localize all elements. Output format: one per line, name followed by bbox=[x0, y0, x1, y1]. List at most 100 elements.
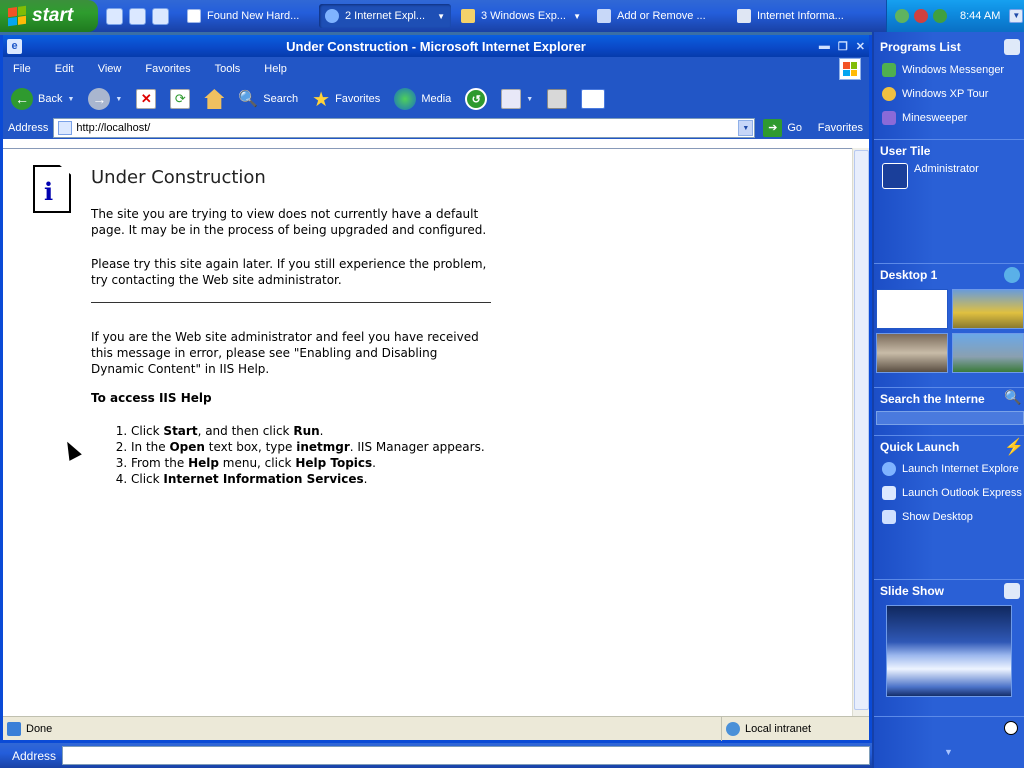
thumbnail-moon[interactable] bbox=[876, 333, 948, 373]
task-internet-explorer[interactable]: 2 Internet Expl... ▼ bbox=[319, 4, 451, 28]
chevron-down-icon[interactable]: ▼ bbox=[526, 96, 533, 103]
clock[interactable]: 8:44 AM bbox=[960, 10, 1000, 22]
quick-launch-ie[interactable]: Launch Internet Explore bbox=[874, 457, 1024, 481]
program-windows-messenger[interactable]: Windows Messenger bbox=[874, 58, 1024, 82]
slide-show-section: Slide Show bbox=[874, 579, 1024, 697]
standard-toolbar: ← Back ▼ → ▼ ✕ ⟳ 🔍 Search ★ Favorites Me… bbox=[3, 81, 869, 117]
back-button[interactable]: ← Back ▼ bbox=[11, 88, 74, 110]
menu-edit[interactable]: Edit bbox=[43, 63, 86, 75]
address-input[interactable]: http://localhost/ ▼ bbox=[53, 118, 756, 138]
home-button[interactable] bbox=[204, 89, 225, 109]
slide-show-image[interactable] bbox=[886, 605, 1012, 697]
outlook-icon bbox=[882, 486, 896, 500]
go-button[interactable]: ➔ Go bbox=[763, 119, 802, 137]
favorites-link[interactable]: Favorites bbox=[818, 122, 863, 134]
search-section: Search the Interne 🔍 bbox=[874, 387, 1024, 427]
chevron-down-icon[interactable]: ▼ bbox=[738, 120, 754, 136]
menu-file[interactable]: File bbox=[3, 63, 43, 75]
title-bar[interactable]: e Under Construction - Microsoft Interne… bbox=[3, 35, 869, 57]
camera-icon[interactable] bbox=[1004, 583, 1020, 599]
task-windows-explorer[interactable]: 3 Windows Exp... ▼ bbox=[455, 4, 587, 28]
quick-launch-label: Show Desktop bbox=[902, 511, 973, 523]
messenger-icon bbox=[882, 63, 896, 77]
maximize-icon[interactable]: ❐ bbox=[838, 40, 848, 53]
thumbnail-flowers[interactable] bbox=[952, 289, 1024, 329]
messenger-icon[interactable] bbox=[933, 9, 947, 23]
start-button[interactable]: start bbox=[0, 0, 98, 32]
user-name: Administrator bbox=[914, 163, 979, 175]
chevron-down-icon[interactable]: ▼ bbox=[944, 747, 953, 757]
menu-favorites[interactable]: Favorites bbox=[133, 63, 202, 75]
forward-button[interactable]: → ▼ bbox=[88, 88, 122, 110]
quick-launch-show-desktop[interactable]: Show Desktop bbox=[874, 505, 1024, 529]
desktop-title: Desktop 1 bbox=[880, 267, 938, 282]
page-icon bbox=[58, 121, 73, 135]
menu-view[interactable]: View bbox=[86, 63, 134, 75]
chevron-down-icon: ▼ bbox=[573, 11, 581, 21]
security-zone[interactable]: Local intranet bbox=[721, 716, 812, 741]
sidebar-search-input[interactable] bbox=[876, 411, 1024, 425]
programs-title: Programs List bbox=[880, 40, 961, 54]
media-button[interactable]: Media bbox=[394, 88, 451, 110]
task-internet-information[interactable]: Internet Informa... bbox=[731, 4, 867, 28]
print-button[interactable] bbox=[547, 89, 568, 109]
butterfly-avatar-icon bbox=[882, 163, 908, 189]
search-icon[interactable]: 🔍 bbox=[1004, 389, 1021, 405]
minimize-icon[interactable]: ▬ bbox=[819, 40, 830, 53]
programs-list-section: Programs List Windows Messenger Windows … bbox=[874, 36, 1024, 130]
history-button[interactable]: ↺ bbox=[465, 88, 488, 110]
task-add-remove[interactable]: Add or Remove ... bbox=[591, 4, 727, 28]
vertical-scrollbar[interactable] bbox=[852, 148, 869, 716]
favorites-label: Favorites bbox=[335, 93, 381, 105]
thumbnail-stonehenge[interactable] bbox=[952, 333, 1024, 373]
network-icon[interactable] bbox=[895, 9, 909, 23]
favorites-button[interactable]: ★ Favorites bbox=[312, 87, 380, 112]
program-minesweeper[interactable]: Minesweeper bbox=[874, 106, 1024, 130]
user-tile[interactable]: Administrator bbox=[874, 161, 1024, 191]
deskbar-address-input[interactable] bbox=[62, 746, 870, 765]
close-icon[interactable]: ✕ bbox=[856, 40, 865, 53]
help-steps: Click Start, and then click Run. In the … bbox=[91, 423, 491, 487]
refresh-button[interactable]: ⟳ bbox=[170, 89, 191, 109]
program-label: Windows Messenger bbox=[902, 64, 1005, 76]
chevron-down-icon[interactable]: ▼ bbox=[67, 96, 74, 103]
lightning-icon[interactable]: ⚡ bbox=[1004, 437, 1024, 456]
stop-icon: ✕ bbox=[136, 89, 157, 109]
thumbnail-ie[interactable] bbox=[876, 289, 948, 329]
edit-button[interactable] bbox=[581, 89, 606, 109]
quick-launch-outlook[interactable]: Launch Outlook Express bbox=[874, 481, 1024, 505]
desktop-address-toolbar: Address bbox=[0, 743, 872, 768]
desktop-quicklaunch-icon[interactable] bbox=[152, 7, 169, 25]
task-label: 3 Windows Exp... bbox=[481, 10, 566, 22]
scrollbar-thumb[interactable] bbox=[854, 150, 869, 710]
ie-quicklaunch-icon[interactable] bbox=[106, 7, 123, 25]
history-icon: ↺ bbox=[465, 88, 488, 110]
chevron-down-icon[interactable]: ▼ bbox=[1009, 9, 1024, 23]
task-label: Found New Hard... bbox=[207, 10, 300, 22]
ie-page-icon[interactable]: e bbox=[7, 38, 22, 54]
programs-icon[interactable] bbox=[1004, 39, 1020, 55]
list-item: Click Internet Information Services. bbox=[131, 471, 491, 487]
outlook-quicklaunch-icon[interactable] bbox=[129, 7, 146, 25]
taskbar: start Found New Hard... 2 Internet Expl.… bbox=[0, 0, 1024, 32]
status-bar: Done Local intranet bbox=[3, 716, 869, 741]
security-icon[interactable] bbox=[914, 9, 928, 23]
menu-tools[interactable]: Tools bbox=[203, 63, 253, 75]
go-arrow-icon: ➔ bbox=[763, 119, 783, 137]
search-button[interactable]: 🔍 Search bbox=[238, 89, 298, 109]
task-found-new-hardware[interactable]: Found New Hard... bbox=[181, 4, 315, 28]
ie-icon bbox=[882, 462, 896, 476]
program-xp-tour[interactable]: Windows XP Tour bbox=[874, 82, 1024, 106]
zone-label: Local intranet bbox=[745, 722, 812, 735]
stop-button[interactable]: ✕ bbox=[136, 89, 157, 109]
mouse-cursor-icon bbox=[61, 438, 82, 461]
menu-help[interactable]: Help bbox=[252, 63, 299, 75]
desktop-thumbnails[interactable] bbox=[874, 285, 1024, 377]
window-icon bbox=[187, 9, 201, 23]
clock-icon[interactable] bbox=[1004, 721, 1018, 735]
desktop-icon[interactable] bbox=[1004, 267, 1020, 283]
mail-button[interactable]: ▼ bbox=[501, 89, 533, 109]
chevron-down-icon[interactable]: ▼ bbox=[115, 96, 122, 103]
page-done-icon bbox=[7, 721, 21, 736]
forward-arrow-icon: → bbox=[88, 88, 111, 110]
